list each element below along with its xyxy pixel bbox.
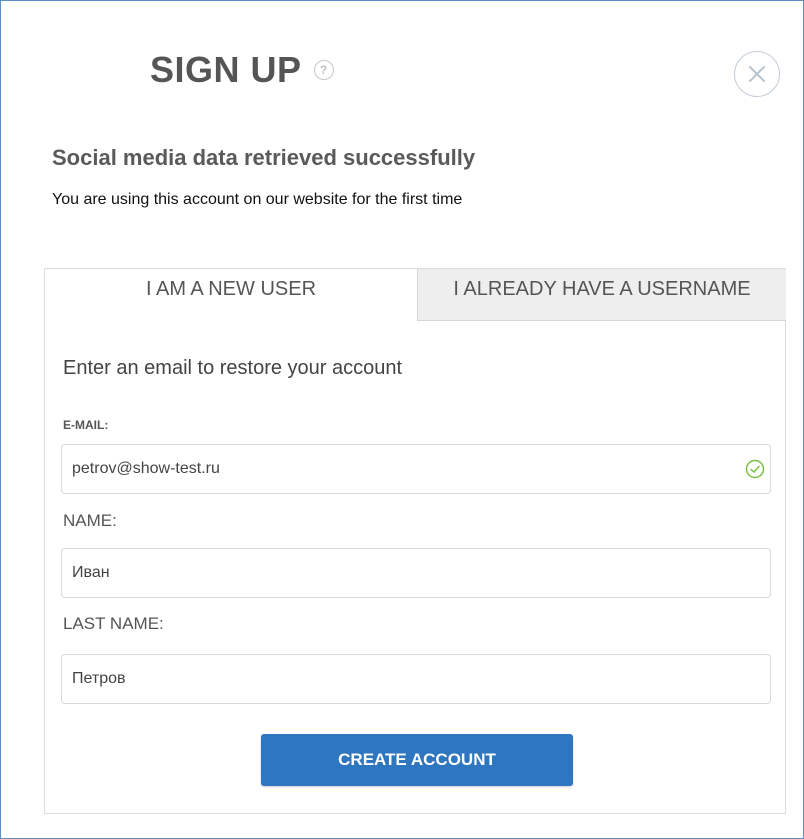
close-icon xyxy=(749,66,765,82)
page-title: SIGN UP xyxy=(150,49,302,90)
signup-modal: SIGN UP ? Social media data retrieved su… xyxy=(0,0,804,839)
close-button[interactable] xyxy=(734,51,780,97)
email-label: E-MAIL: xyxy=(63,418,109,432)
tab-new-user[interactable]: I AM A NEW USER xyxy=(45,269,417,321)
last-name-field[interactable] xyxy=(61,654,771,704)
check-circle-icon xyxy=(745,459,765,479)
name-field[interactable] xyxy=(61,548,771,598)
last-name-label: LAST NAME: xyxy=(63,614,164,633)
status-headline: Social media data retrieved successfully xyxy=(52,145,476,170)
signup-panel: I AM A NEW USER I ALREADY HAVE A USERNAM… xyxy=(44,268,786,814)
tab-existing-user[interactable]: I ALREADY HAVE A USERNAME xyxy=(417,269,786,321)
email-field[interactable] xyxy=(61,444,771,494)
form-heading: Enter an email to restore your account xyxy=(63,357,403,379)
create-account-button[interactable]: CREATE ACCOUNT xyxy=(261,734,573,786)
help-icon[interactable]: ? xyxy=(313,60,334,80)
status-description: You are using this account on our websit… xyxy=(52,191,463,208)
name-label: NAME: xyxy=(63,511,117,530)
title-row: SIGN UP ? xyxy=(150,49,334,91)
